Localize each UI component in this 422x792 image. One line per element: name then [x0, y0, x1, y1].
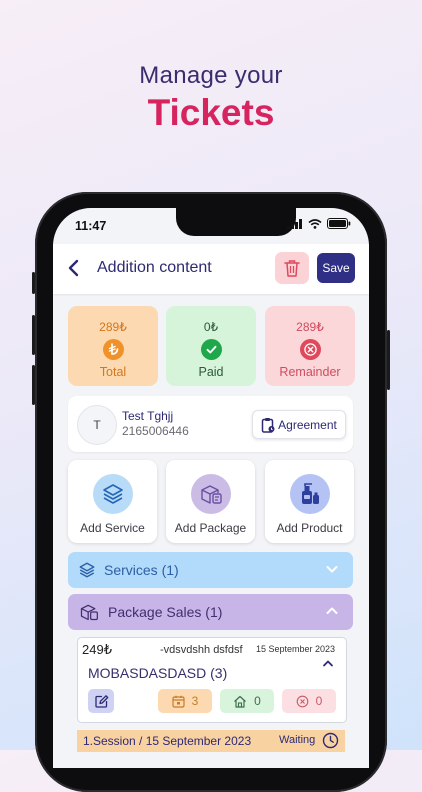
- clipboard-icon: [261, 417, 275, 433]
- sessions-cancelled-count: 0: [315, 694, 323, 708]
- sessions-total-chip: 3: [158, 689, 212, 713]
- save-button[interactable]: Save: [317, 253, 355, 283]
- summary-remainder-card: 289₺ Remainder: [265, 306, 355, 386]
- product-bottle-icon: [289, 474, 330, 514]
- services-section-header[interactable]: Services (1): [68, 552, 353, 588]
- clock-icon: [322, 732, 339, 749]
- promo-line-2: Tickets: [147, 92, 275, 133]
- add-package-label: Add Package: [174, 521, 247, 535]
- calendar-icon: [172, 695, 185, 708]
- phone-volume-down: [32, 365, 35, 405]
- chevron-left-icon: [68, 259, 79, 277]
- home-icon: [234, 695, 247, 708]
- cancel-circle-icon: [299, 339, 321, 360]
- sessions-total-count: 3: [191, 694, 199, 708]
- page-title: Addition content: [97, 259, 212, 276]
- agreement-label: Agreement: [278, 417, 337, 432]
- status-icons: [287, 218, 351, 229]
- app-bar: Addition content Save: [53, 244, 369, 294]
- session-text: 1.Session / 15 September 2023: [83, 734, 252, 748]
- add-product-button[interactable]: Add Product: [265, 460, 354, 543]
- app-screen: 11:47 Addition content Save 289₺ Total 0…: [53, 208, 369, 768]
- edit-icon: [94, 694, 108, 708]
- remainder-amount: 289₺: [296, 320, 324, 334]
- lira-icon: [102, 339, 124, 360]
- trash-icon: [284, 260, 300, 277]
- promo-line-1: Manage your: [139, 62, 283, 89]
- sessions-used-count: 0: [254, 694, 261, 708]
- remainder-label: Remainder: [279, 365, 341, 379]
- add-product-label: Add Product: [276, 521, 343, 535]
- package-sale-card[interactable]: 249₺ -vdsvdshh dsfdsf 15 September 2023 …: [77, 637, 347, 723]
- add-service-label: Add Service: [80, 521, 145, 535]
- layers-icon: [79, 562, 95, 578]
- customer-name: Test Tghjj: [122, 409, 174, 423]
- chevron-down-icon: [326, 566, 338, 573]
- signal-icon: [287, 218, 302, 229]
- phone-mute-switch: [32, 272, 35, 294]
- agreement-button[interactable]: Agreement: [252, 410, 346, 439]
- package-icon: [190, 474, 231, 514]
- delete-button[interactable]: [275, 252, 309, 284]
- services-section-label: Services (1): [104, 562, 179, 578]
- summary-paid-card: 0₺ Paid: [166, 306, 256, 386]
- total-amount: 289₺: [99, 320, 127, 334]
- total-label: Total: [99, 365, 127, 379]
- edit-button[interactable]: [88, 689, 114, 713]
- package-icon: [80, 604, 98, 621]
- package-sales-section-header[interactable]: Package Sales (1): [68, 594, 353, 630]
- paid-amount: 0₺: [203, 320, 219, 334]
- back-button[interactable]: [63, 256, 85, 280]
- check-circle-icon: [200, 339, 222, 360]
- phone-power-button: [387, 330, 390, 390]
- add-package-button[interactable]: Add Package: [166, 460, 255, 543]
- add-service-button[interactable]: Add Service: [68, 460, 157, 543]
- paid-label: Paid: [198, 365, 224, 379]
- session-row[interactable]: 1.Session / 15 September 2023 Waiting: [77, 730, 345, 752]
- wifi-icon: [308, 218, 322, 229]
- sessions-cancelled-chip: 0: [282, 689, 336, 713]
- cancel-circle-icon: [296, 695, 309, 707]
- avatar: T: [77, 405, 117, 445]
- package-sales-section-label: Package Sales (1): [108, 604, 223, 620]
- phone-notch: [176, 208, 296, 236]
- sessions-used-chip: 0: [220, 689, 274, 713]
- phone-volume-up: [32, 315, 35, 355]
- summary-total-card: 289₺ Total: [68, 306, 158, 386]
- battery-icon: [327, 218, 351, 229]
- package-name: MOBASDASDASD (3): [88, 665, 228, 681]
- package-description: -vdsvdshh dsfdsf: [160, 644, 243, 656]
- layers-icon: [92, 474, 133, 514]
- customer-card[interactable]: T Test Tghjj 2165006446 Agreement: [68, 396, 353, 452]
- chevron-up-icon: [326, 607, 338, 614]
- chevron-up-icon[interactable]: [322, 658, 334, 668]
- status-time: 11:47: [75, 219, 107, 233]
- package-date: 15 September 2023: [256, 644, 336, 654]
- customer-phone: 2165006446: [122, 424, 189, 438]
- package-price: 249₺: [82, 642, 112, 657]
- session-status: Waiting: [279, 734, 316, 746]
